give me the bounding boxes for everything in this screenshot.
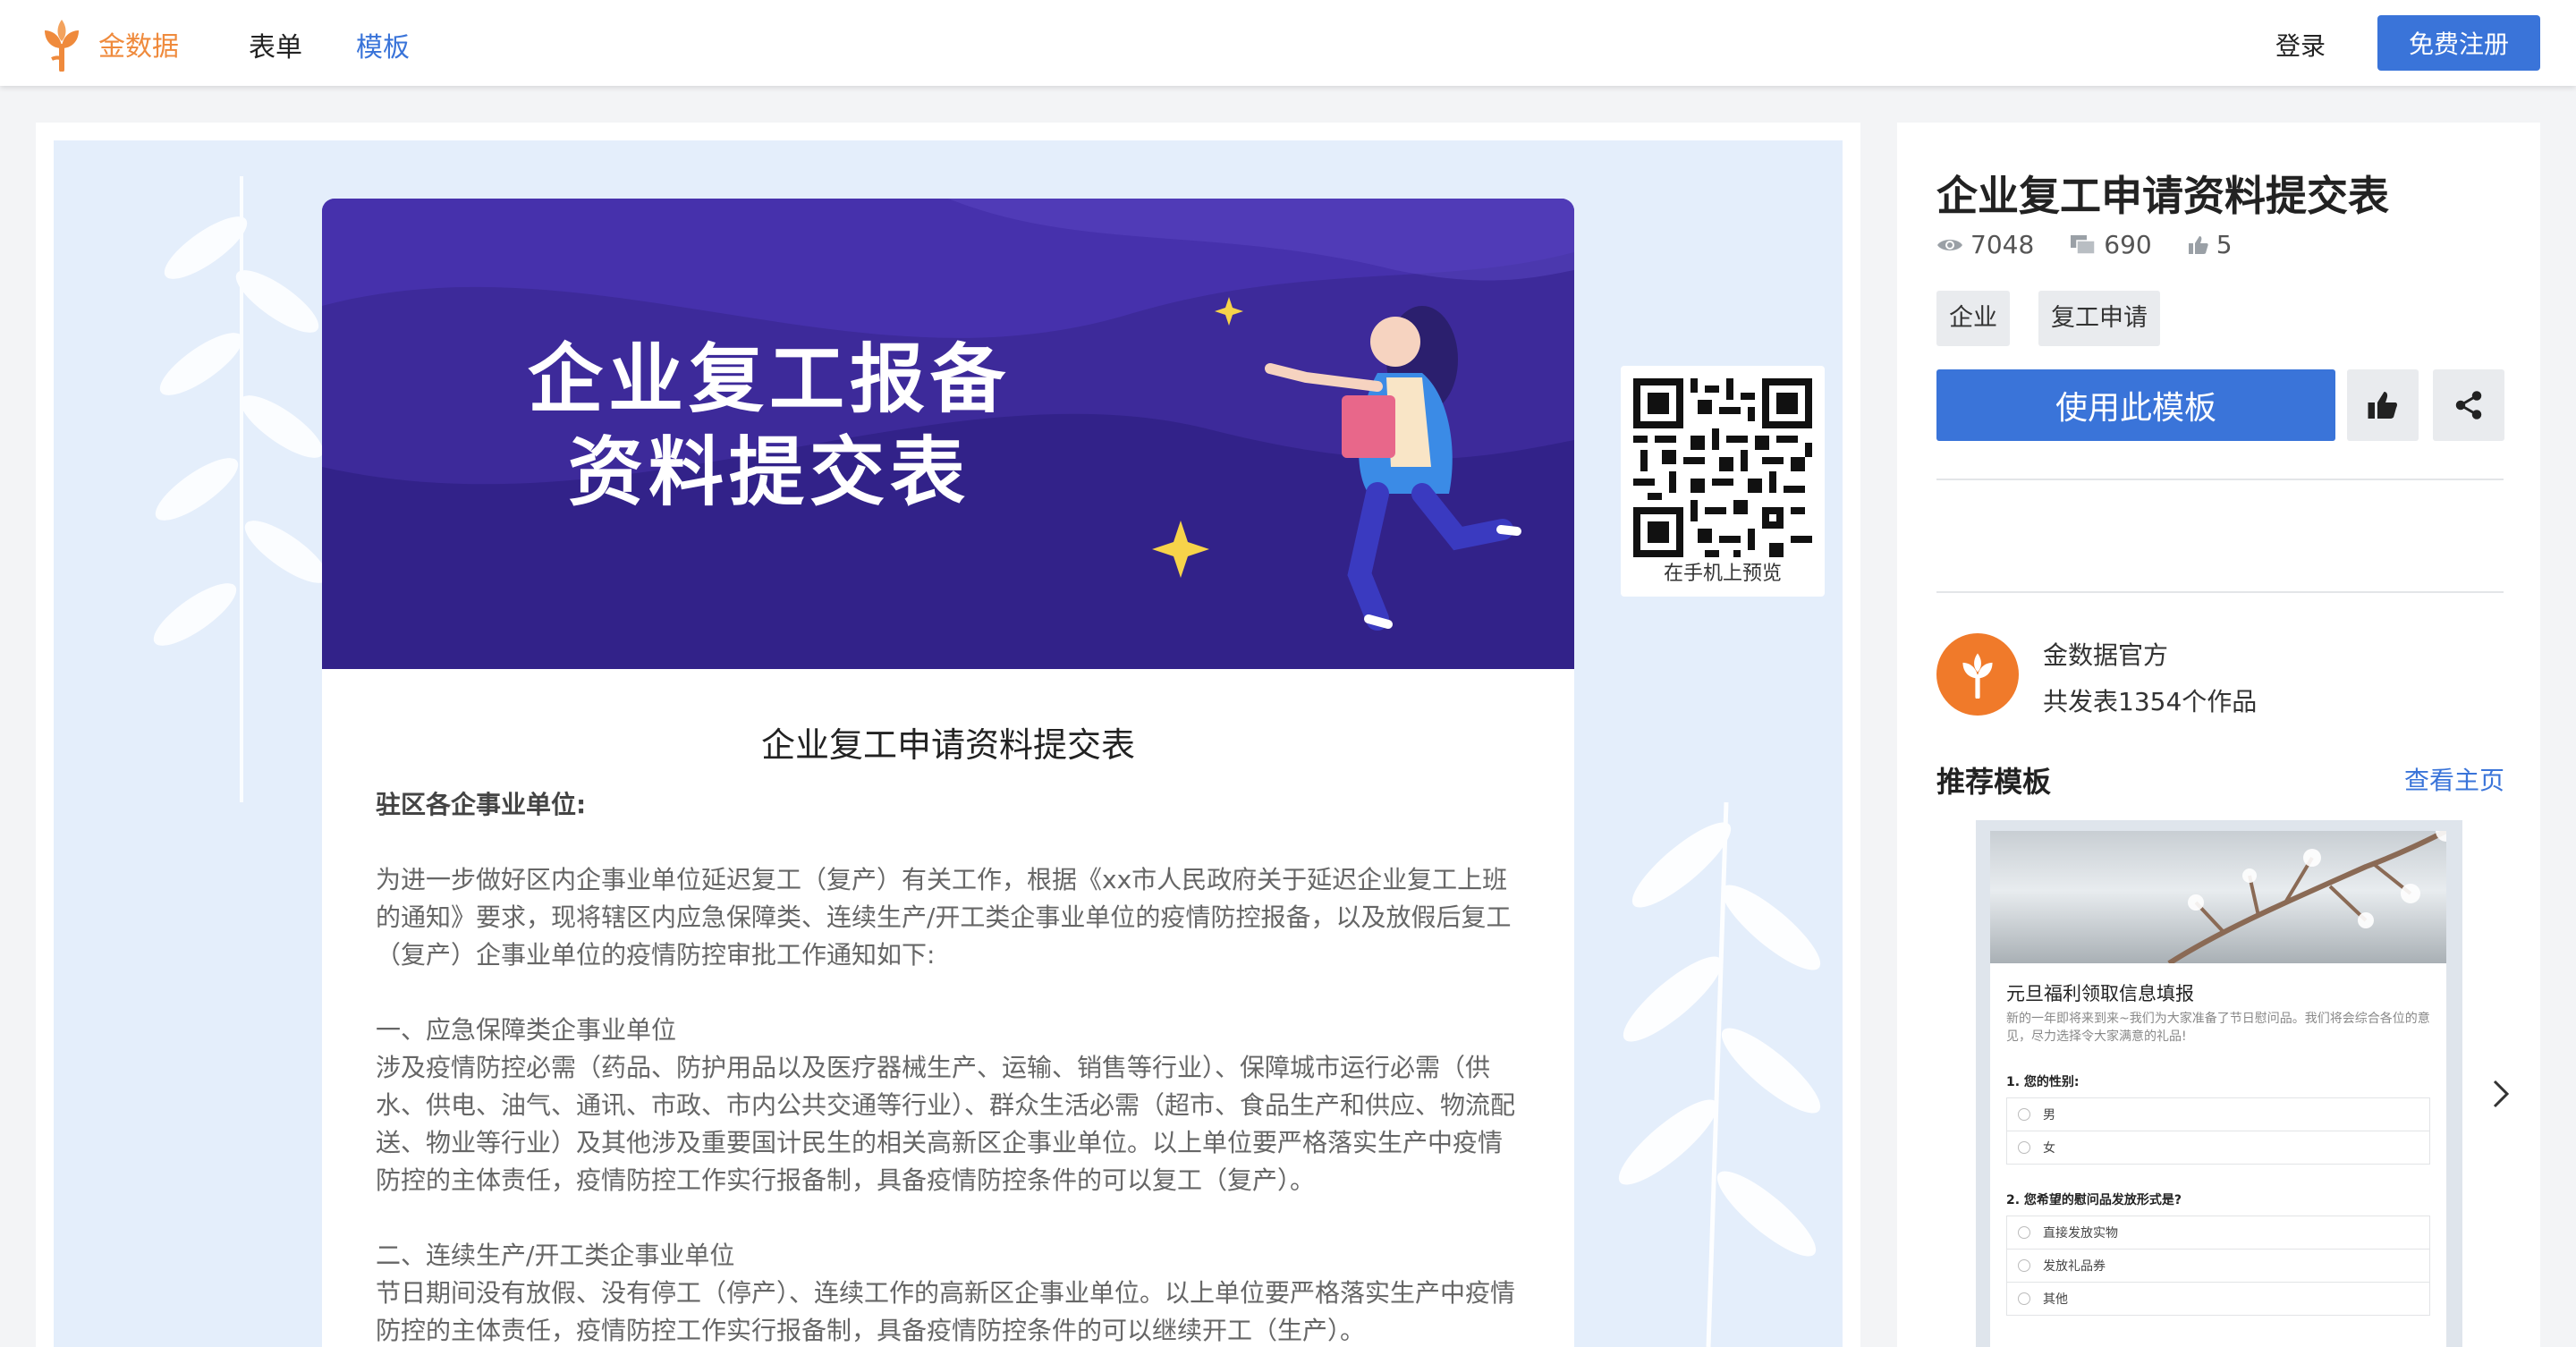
option-label: 其他 [2043, 1292, 2068, 1307]
form-addressee: 驻区各企事业单位: [376, 790, 587, 819]
rec-option: 发放礼品券 [2006, 1249, 2430, 1283]
share-button[interactable] [2433, 369, 2504, 441]
option-label: 女 [2043, 1141, 2055, 1156]
view-homepage-link[interactable]: 查看主页 [2404, 761, 2504, 797]
form-description: 驻区各企事业单位: 为进一步做好区内企事业单位延迟复工（复产）有关工作，根据《x… [322, 767, 1574, 1347]
eye-icon [1937, 239, 1962, 250]
mobile-preview-qr[interactable]: 在手机上预览 [1621, 366, 1825, 597]
views-stat: 7048 [1936, 230, 2034, 259]
share-icon [2455, 391, 2482, 419]
author-name[interactable]: 金数据官方 [2043, 636, 2168, 672]
divider [1936, 479, 2504, 480]
template-info-panel: 企业复工申请资料提交表 7048 690 5 企业 复工申请 使用此模板 金数据… [1897, 123, 2540, 1347]
radio-icon [2018, 1108, 2030, 1121]
banner-title-line1: 企业复工报备 [527, 335, 1011, 423]
uses-count: 690 [2104, 230, 2152, 259]
form-banner: 企业复工报备 资料提交表 [322, 199, 1574, 669]
section2-body: 节日期间没有放假、没有停工（停产）、连续工作的高新区企事业单位。以上单位要严格落… [376, 1278, 1516, 1345]
template-stats: 7048 690 5 [1936, 230, 2268, 259]
rec-form-title: 元旦福利领取信息填报 [2006, 983, 2194, 1004]
option-label: 男 [2043, 1108, 2055, 1122]
likes-count: 5 [2216, 230, 2233, 259]
like-button[interactable] [2347, 369, 2419, 441]
logo-icon [1962, 653, 1993, 699]
option-label: 直接发放实物 [2043, 1226, 2118, 1241]
frost-branch-image [1990, 831, 2446, 963]
template-title: 企业复工申请资料提交表 [1936, 172, 2389, 220]
rec-option: 其他 [2006, 1282, 2430, 1316]
banner-title-line2: 资料提交表 [567, 428, 970, 516]
logo-icon [45, 20, 79, 72]
use-template-button[interactable]: 使用此模板 [1936, 369, 2335, 441]
nav-forms[interactable]: 表单 [249, 25, 302, 64]
uses-stat: 690 [2070, 230, 2152, 259]
rec-question: 2. 您希望的慰问品发放形式是? [2006, 1193, 2182, 1207]
rec-option: 直接发放实物 [2006, 1216, 2430, 1250]
logo[interactable]: 金数据 [34, 16, 179, 72]
form-card: 企业复工报备 资料提交表 企业复工申请资料提交表 驻区各企事业单位: 为进一步做… [322, 199, 1574, 1347]
login-link[interactable]: 登录 [2275, 27, 2326, 63]
author-avatar[interactable] [1936, 633, 2019, 716]
author-works-count: 共发表1354个作品 [2043, 687, 2258, 716]
recommended-template-preview: 元旦福利领取信息填报 新的一年即将来到来~我们为大家准备了节日慰问品。我们将会综… [1990, 831, 2446, 1347]
signup-button[interactable]: 免费注册 [2377, 15, 2540, 71]
radio-icon [2018, 1292, 2030, 1305]
rec-option: 男 [2006, 1097, 2430, 1131]
tag-enterprise[interactable]: 企业 [1936, 291, 2010, 346]
logo-text: 金数据 [98, 31, 179, 63]
tag-list: 企业 复工申请 [1936, 291, 2189, 346]
template-preview: 企业复工报备 资料提交表 企业复工申请资料提交表 驻区各企事业单位: 为进一步做… [36, 123, 1860, 1347]
qr-caption: 在手机上预览 [1663, 563, 1782, 585]
recommended-template-card[interactable]: 元旦福利领取信息填报 新的一年即将来到来~我们为大家准备了节日慰问品。我们将会综… [1976, 820, 2462, 1347]
rec-option: 女 [2006, 1131, 2430, 1165]
top-navbar: 金数据 表单 模板 登录 免费注册 [0, 0, 2576, 86]
tag-resume-work[interactable]: 复工申请 [2038, 291, 2160, 346]
section2-title: 二、连续生产/开工类企事业单位 [376, 1241, 735, 1270]
recommend-title: 推荐模板 [1936, 765, 2052, 799]
banner-title: 企业复工报备 资料提交表 [501, 333, 1038, 519]
radio-icon [2018, 1259, 2030, 1272]
leaf-decoration-icon [1618, 801, 1821, 1347]
chevron-right-icon[interactable] [2487, 1076, 2514, 1112]
qr-code-icon [1633, 378, 1812, 557]
likes-stat: 5 [2188, 230, 2233, 259]
section1-title: 一、应急保障类企事业单位 [376, 1015, 677, 1045]
copy-icon [2071, 234, 2097, 255]
radio-icon [2018, 1226, 2030, 1239]
radio-icon [2018, 1141, 2030, 1154]
form-paragraph: 为进一步做好区内企事业单位延迟复工（复产）有关工作，根据《xx市人民政府关于延迟… [376, 865, 1512, 970]
divider [1936, 591, 2504, 593]
nav-templates[interactable]: 模板 [356, 25, 410, 64]
section1-body: 涉及疫情防控必需（药品、防护用品以及医疗器械生产、运输、销售等行业）、保障城市运… [376, 1053, 1516, 1195]
thumbs-up-icon [2368, 392, 2397, 419]
option-label: 发放礼品券 [2043, 1259, 2106, 1274]
form-title: 企业复工申请资料提交表 [760, 725, 1135, 765]
views-count: 7048 [1970, 230, 2035, 259]
rec-form-description: 新的一年即将来到来~我们为大家准备了节日慰问品。我们将会综合各位的意见，尽力选择… [2006, 1012, 2430, 1044]
thumbs-up-icon [2188, 235, 2208, 254]
rec-question: 1. 您的性别: [2006, 1075, 2080, 1089]
branch-photo-icon [2167, 831, 2446, 963]
